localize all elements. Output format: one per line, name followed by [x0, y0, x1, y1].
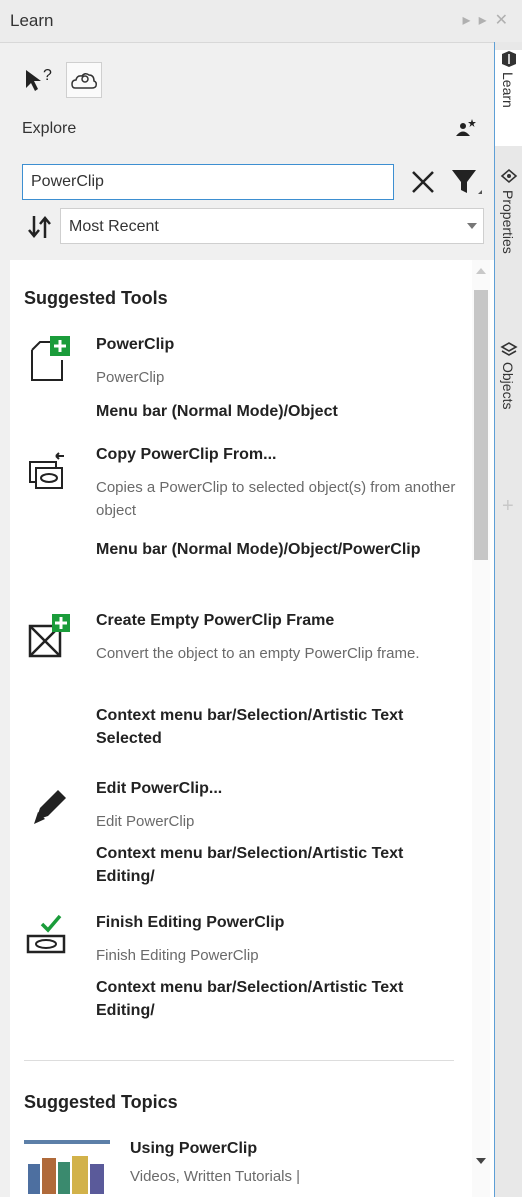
tool-description: Edit PowerClip [96, 813, 195, 830]
topic-meta: Videos, Written Tutorials | [130, 1168, 301, 1185]
powerclip-icon [31, 336, 70, 381]
docker-title: Learn [10, 11, 54, 30]
tool-name: PowerClip [96, 336, 175, 353]
clear-search-button[interactable] [405, 164, 441, 200]
user-cloud-icon [71, 72, 97, 89]
tool-path: Menu bar (Normal Mode)/Object [96, 403, 338, 420]
results-list: Suggested Tools PowerClip PowerClip Menu… [10, 260, 494, 1197]
add-docker-icon[interactable]: + [502, 495, 514, 518]
pencil-icon [34, 790, 66, 824]
tool-name: Edit PowerClip... [96, 780, 223, 797]
properties-icon [500, 168, 518, 184]
docker-titlebar: Learn ▸▸✕ [0, 0, 522, 43]
docker-tab-strip: Learn Properties Objects + [494, 42, 522, 1197]
tab-learn[interactable]: Learn [495, 50, 522, 146]
tool-description: Copies a PowerClip to selected object(s)… [96, 479, 456, 519]
vertical-scrollbar[interactable] [472, 260, 490, 1197]
scroll-down-icon[interactable] [476, 1158, 486, 1164]
chevron-down-icon [467, 223, 477, 229]
titlebar-controls: ▸▸✕ [463, 10, 516, 30]
explore-label: Explore [22, 120, 77, 137]
filter-icon [452, 170, 482, 194]
collapse-icon[interactable]: ▸▸ [463, 12, 495, 29]
section-divider [24, 1060, 454, 1061]
sort-icon [28, 216, 51, 238]
close-icon [412, 171, 434, 193]
tab-label: Objects [500, 362, 516, 410]
tool-path: Menu bar (Normal Mode)/Object/PowerClip [96, 541, 421, 558]
suggested-tools-heading: Suggested Tools [24, 288, 168, 308]
tool-name: Finish Editing PowerClip [96, 914, 285, 931]
empty-frame-icon [28, 614, 70, 658]
filter-button[interactable] [446, 162, 486, 202]
tool-path: Context menu bar/Selection/Artistic Text… [96, 707, 404, 747]
scroll-up-icon[interactable] [476, 268, 486, 274]
objects-icon [500, 342, 518, 356]
svg-text:?: ? [43, 67, 52, 84]
topic-title[interactable]: Using PowerClip [130, 1140, 257, 1158]
finish-editing-icon [26, 914, 66, 954]
help-pointer-icon: ? [26, 67, 52, 91]
learn-docker: Learn ▸▸✕ ? Explore PowerClip Most Recen… [0, 0, 522, 1197]
sort-dropdown[interactable]: Most Recent [60, 208, 484, 244]
copy-powerclip-icon [29, 452, 64, 489]
sort-order-button[interactable] [26, 213, 54, 241]
topic-thumbnail[interactable] [24, 1136, 110, 1197]
explore-icon [456, 119, 476, 136]
scroll-thumb[interactable] [474, 290, 488, 560]
tool-name: Copy PowerClip From... [96, 446, 277, 463]
tab-properties[interactable]: Properties [495, 168, 522, 308]
learn-icon [502, 51, 516, 67]
explore-button[interactable] [452, 114, 480, 142]
help-pointer-button[interactable]: ? [22, 62, 58, 98]
tool-path: Context menu bar/Selection/Artistic Text… [96, 979, 404, 1019]
tool-description: Convert the object to an empty PowerClip… [96, 645, 420, 662]
tab-label: Learn [500, 72, 516, 108]
tool-path: Context menu bar/Selection/Artistic Text… [96, 845, 404, 885]
tab-label: Properties [500, 190, 516, 254]
search-input[interactable] [22, 164, 394, 200]
sort-selected-value: Most Recent [69, 218, 159, 235]
close-icon[interactable]: ✕ [495, 12, 516, 29]
header-icons: ? [22, 62, 102, 98]
user-profile-button[interactable] [66, 62, 102, 98]
suggested-topics-heading: Suggested Topics [24, 1092, 178, 1112]
tool-description: Finish Editing PowerClip [96, 947, 259, 964]
tab-objects[interactable]: Objects [495, 340, 522, 460]
tool-name: Create Empty PowerClip Frame [96, 612, 335, 629]
tool-description: PowerClip [96, 369, 165, 386]
